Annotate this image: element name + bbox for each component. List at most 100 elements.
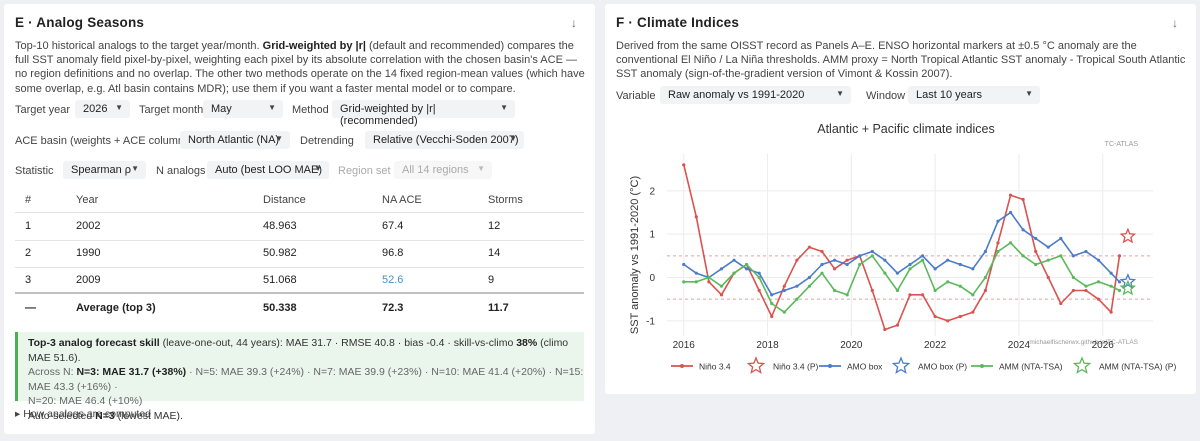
method-select[interactable]: Grid-weighted by |r| (recommended) ▼	[332, 100, 515, 127]
data-point	[1046, 245, 1050, 249]
data-point	[845, 258, 849, 262]
data-point	[757, 271, 761, 275]
legend-item-5[interactable]: AMM (NTA-TSA) (P)	[1072, 356, 1176, 374]
window-select[interactable]: Last 10 years ▼	[908, 86, 1040, 104]
data-point	[946, 280, 950, 284]
data-point	[1071, 275, 1075, 280]
data-point	[745, 267, 749, 271]
chevron-down-icon: ▼	[115, 103, 123, 112]
y-axis-label: SST anomaly vs 1991-2020 (°C)	[629, 176, 641, 334]
legend-item-3[interactable]: AMO box (P)	[891, 356, 967, 374]
target-month-select[interactable]: May ▼	[203, 100, 283, 118]
col-header-distance: Distance	[263, 194, 306, 206]
legend-item-1[interactable]: Niño 3.4 (P)	[746, 356, 819, 374]
avg-distance: 50.338	[263, 302, 297, 314]
row-1-year: 2002	[76, 220, 101, 232]
ace-basin-select[interactable]: North Atlantic (NA) ▼	[180, 131, 290, 149]
legend-label: AMO box	[847, 362, 883, 372]
data-point	[1008, 241, 1013, 245]
chevron-down-icon: ▼	[131, 164, 139, 173]
data-point	[807, 275, 812, 280]
data-point	[895, 323, 900, 327]
how-analogs-computed-toggle[interactable]: ▸ How analogs are computed	[15, 408, 151, 420]
data-point	[996, 249, 1000, 254]
grid	[667, 154, 1153, 336]
data-point	[1059, 254, 1063, 258]
data-point	[1021, 254, 1025, 258]
panel-e-title: E · Analog Seasons	[15, 15, 145, 30]
data-point	[1084, 249, 1088, 254]
y-tick-label: -1	[646, 316, 655, 327]
x-tick-label: 2018	[756, 340, 779, 351]
chevron-down-icon: ▼	[314, 164, 322, 173]
data-point	[832, 288, 837, 293]
climate-indices-panel: F · Climate Indices ↓ Derived from the s…	[605, 4, 1196, 394]
data-point	[845, 262, 849, 267]
data-point	[1008, 193, 1013, 197]
window-label: Window	[866, 90, 906, 102]
data-point	[795, 284, 799, 288]
chevron-down-icon: ▼	[477, 164, 485, 173]
download-icon[interactable]: ↓	[571, 16, 577, 30]
data-point	[1059, 236, 1063, 241]
legend-item-0[interactable]: Niño 3.4	[671, 362, 731, 372]
data-point	[1034, 249, 1038, 254]
series-lines	[682, 163, 1122, 332]
legend-swatch-dot	[828, 364, 832, 368]
chevron-down-icon: ▼	[509, 134, 517, 143]
data-point	[958, 262, 962, 267]
statistic-select[interactable]: Spearman ρ ▼	[63, 161, 146, 179]
forecast-skill-box: Top-3 analog forecast skill (leave-one-o…	[15, 332, 584, 422]
row-3-year: 2009	[76, 274, 101, 286]
data-point	[782, 288, 786, 293]
y-tick-label: 2	[649, 186, 655, 197]
data-point	[694, 215, 698, 219]
legend-item-2[interactable]: AMO box	[819, 362, 883, 372]
data-point	[983, 288, 988, 293]
avg-ace: 72.3	[382, 302, 404, 314]
data-point	[1109, 310, 1113, 314]
data-point	[820, 262, 824, 267]
data-point	[1117, 288, 1122, 293]
legend-swatch-dot	[980, 364, 984, 368]
detrending-label: Detrending	[300, 135, 354, 147]
download-icon[interactable]: ↓	[1172, 16, 1178, 30]
projection-star	[1119, 227, 1137, 244]
chevron-down-icon: ▼	[500, 103, 508, 112]
row-3-distance: 51.068	[263, 274, 297, 286]
data-point	[807, 245, 812, 249]
data-point	[883, 258, 887, 262]
row-3-ace-link[interactable]: 52.6	[382, 274, 403, 286]
legend-label: AMM (NTA-TSA) (P)	[1099, 362, 1176, 372]
legend-item-4[interactable]: AMM (NTA-TSA)	[971, 362, 1063, 372]
data-point	[1084, 288, 1088, 293]
detrending-select[interactable]: Relative (Vecchi-Soden 2007) ▼	[365, 131, 524, 149]
data-point	[745, 262, 749, 267]
variable-select[interactable]: Raw anomaly vs 1991-2020 ▼	[660, 86, 851, 104]
panel-f-title: F · Climate Indices	[616, 15, 740, 30]
data-point	[682, 262, 686, 267]
data-point	[920, 258, 925, 262]
data-point	[770, 293, 774, 297]
data-point	[908, 267, 912, 271]
legend-star-icon	[1072, 356, 1092, 374]
n-analogs-select[interactable]: Auto (best LOO MAE) ▼	[207, 161, 329, 179]
row-3-storms: 9	[488, 274, 495, 286]
legend-label: Niño 3.4 (P)	[773, 362, 819, 372]
region-set-select: All 14 regions ▼	[394, 161, 492, 179]
climate-indices-chart: Atlantic + Pacific climate indices TC-AT…	[629, 122, 1176, 374]
data-point	[883, 271, 887, 275]
row-1-distance: 48.963	[263, 220, 297, 232]
data-point	[883, 327, 887, 332]
variable-label: Variable	[616, 90, 656, 102]
data-point	[858, 262, 862, 267]
data-point	[707, 275, 711, 280]
data-point	[983, 275, 988, 280]
target-year-select[interactable]: 2026 ▼	[75, 100, 130, 118]
col-header-rank: #	[25, 194, 32, 206]
ace-basin-label: ACE basin (weights + ACE column)	[15, 135, 188, 147]
data-point	[1117, 254, 1122, 258]
chevron-down-icon: ▼	[275, 134, 283, 143]
data-point	[782, 284, 786, 288]
data-point	[682, 163, 686, 167]
